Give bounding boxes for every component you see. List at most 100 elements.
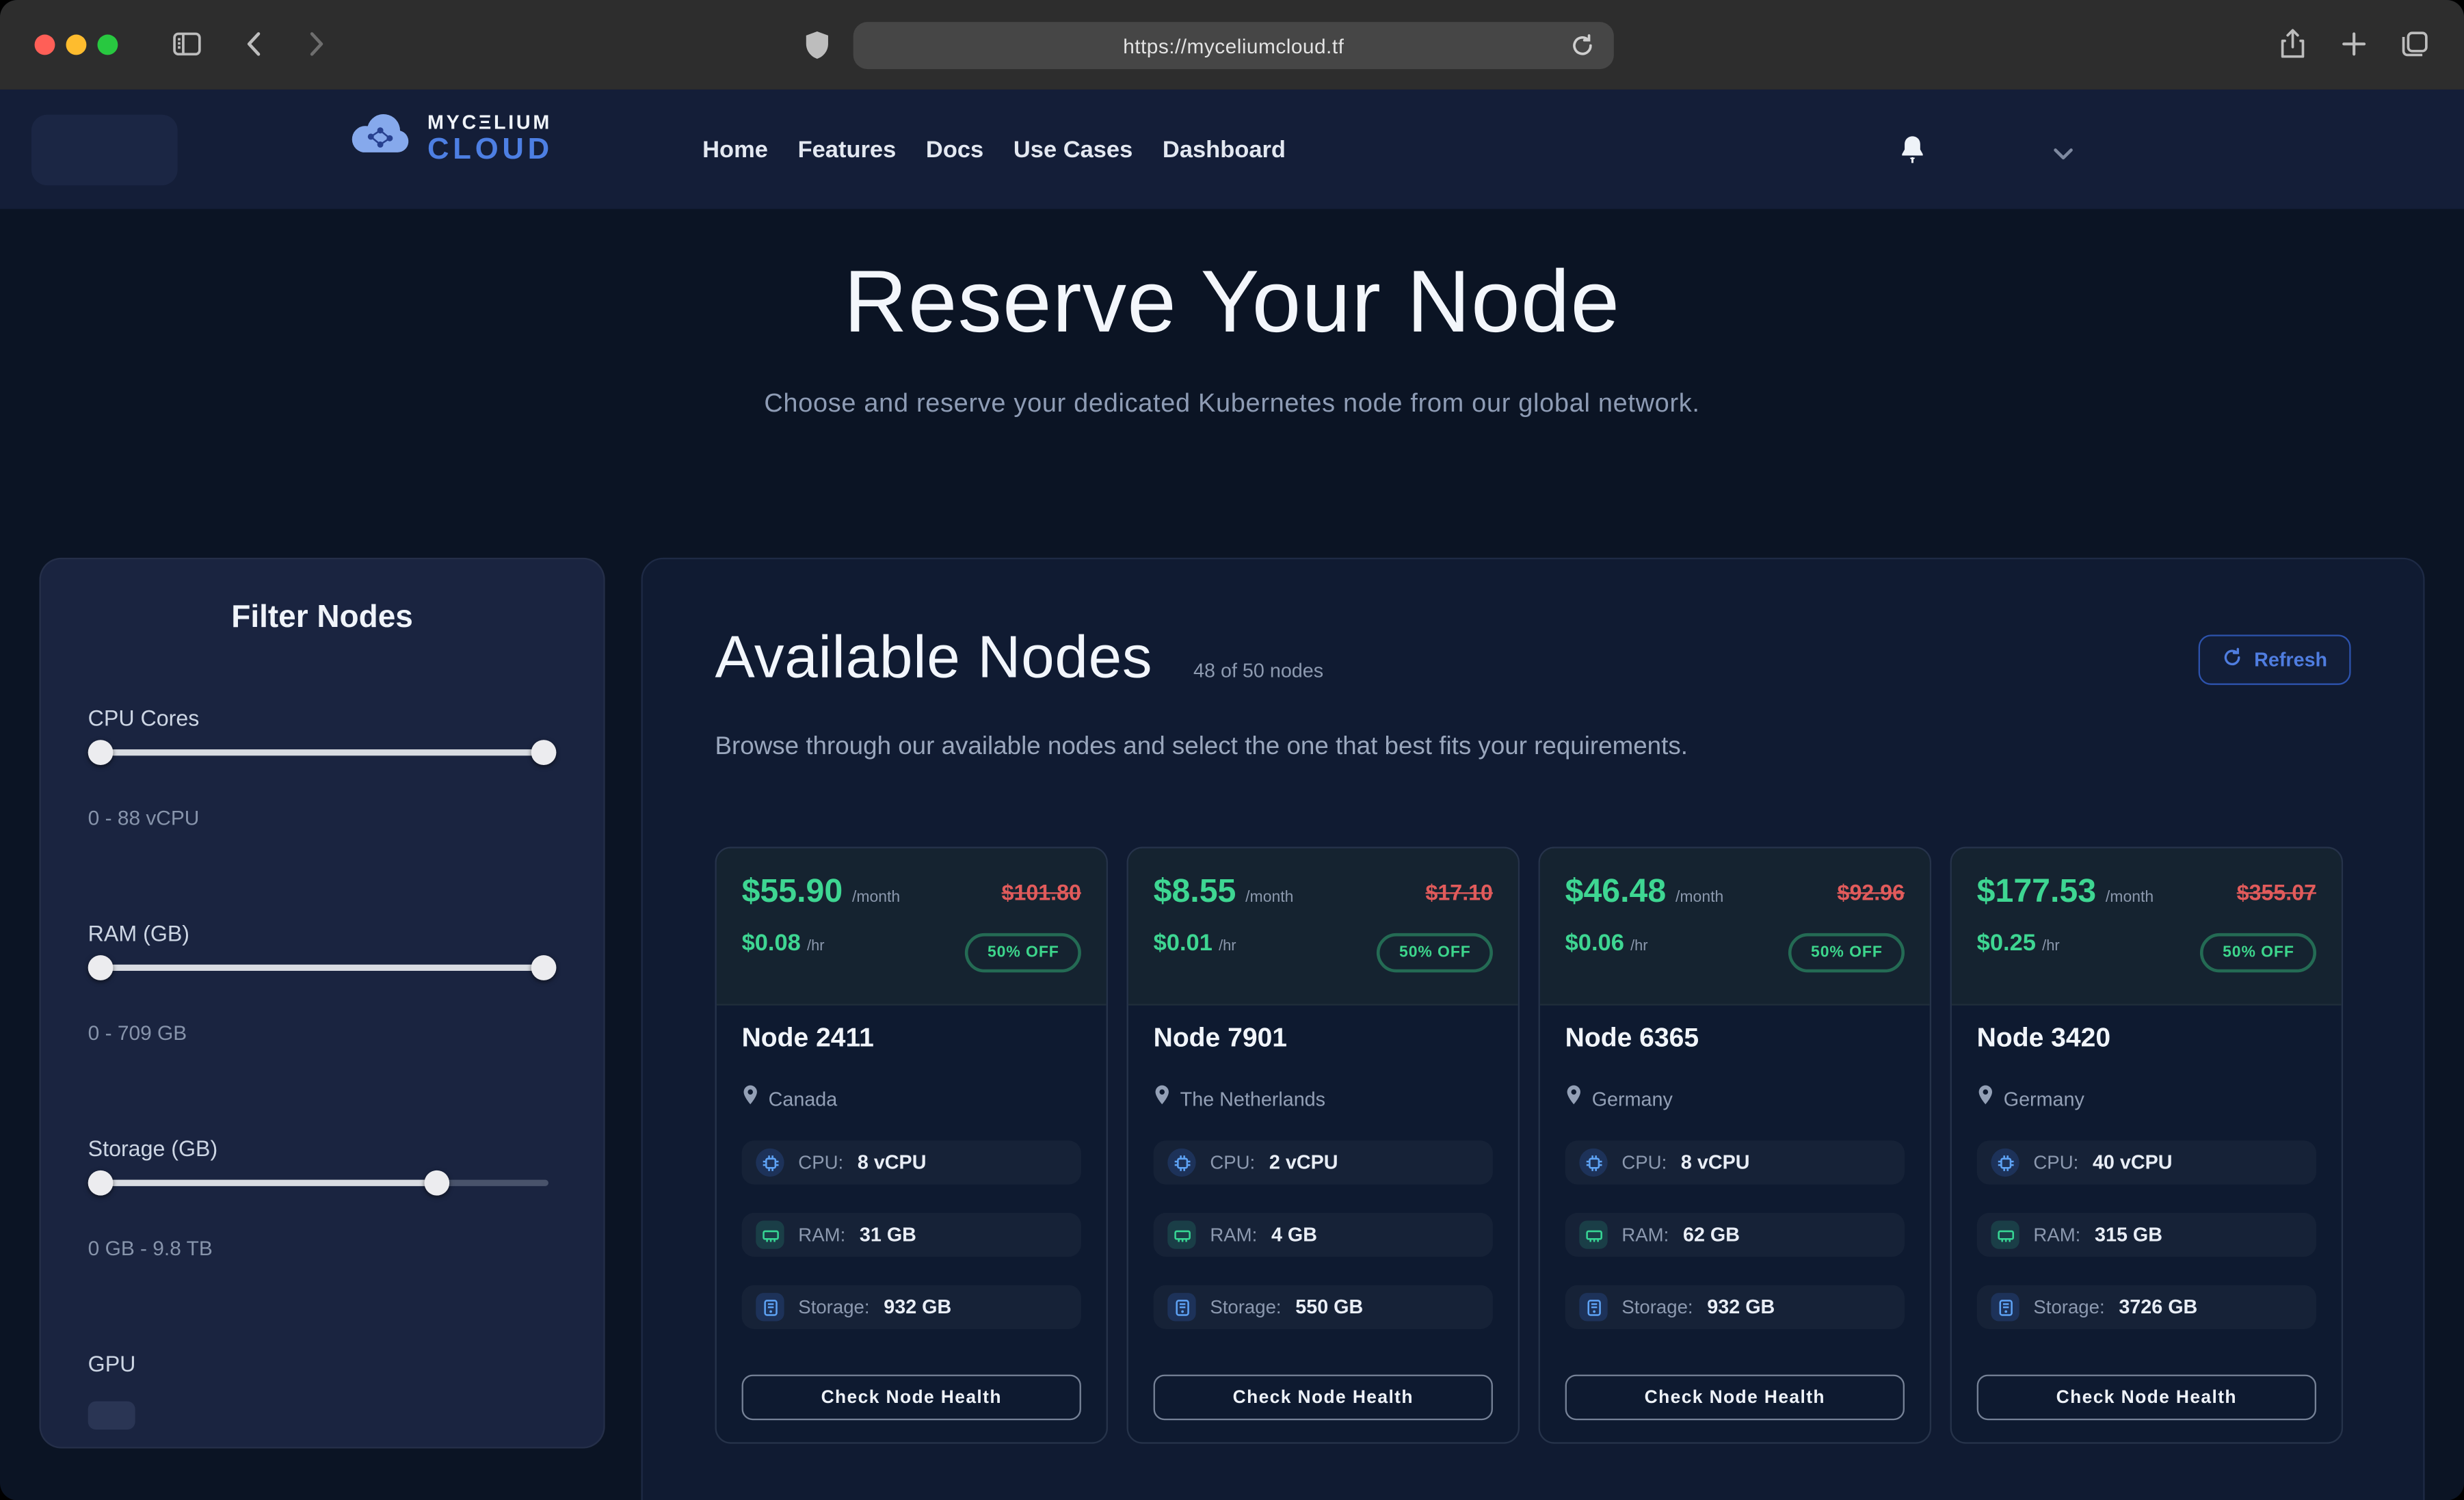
ram-spec-row: RAM: 315 GB (1977, 1213, 2316, 1257)
ram-spec-row: RAM: 62 GB (1565, 1213, 1905, 1257)
storage-drive-icon (1167, 1293, 1195, 1321)
ram-value: 4 GB (1271, 1224, 1317, 1246)
ram-spec-row: RAM: 4 GB (1154, 1213, 1493, 1257)
monthly-price: $177.53 (1977, 874, 2096, 911)
site-navbar: MYCΞLIUM CLOUD Home Features Docs Use Ca… (0, 90, 2464, 209)
discount-badge: 50% OFF (1377, 933, 1493, 972)
check-node-health-button[interactable]: Check Node Health (742, 1375, 1081, 1421)
storage-spec-row: Storage: 550 GB (1154, 1285, 1493, 1329)
cpu-min-handle[interactable] (88, 740, 114, 765)
maximize-window-button[interactable] (97, 35, 118, 55)
check-node-health-button[interactable]: Check Node Health (1565, 1375, 1905, 1421)
storage-drive-icon (1579, 1293, 1607, 1321)
back-button[interactable] (239, 28, 270, 59)
hourly-price: $0.01 (1154, 930, 1213, 956)
ram-min-handle[interactable] (88, 955, 114, 980)
hourly-unit: /hr (807, 938, 824, 955)
slider-fill (96, 749, 548, 755)
ram-label: RAM: (2033, 1224, 2080, 1246)
nodes-panel-title: Available Nodes (715, 626, 1153, 693)
storage-spec-row: Storage: 3726 GB (1977, 1285, 2316, 1329)
monthly-unit: /month (1675, 889, 1723, 907)
sidebar-toggle-icon[interactable] (170, 27, 204, 62)
hourly-price: $0.25 (1977, 930, 2036, 956)
cpu-chip-icon (1167, 1149, 1195, 1177)
node-name: Node 3420 (1977, 1023, 2316, 1054)
card-price-header: $55.90 /month $101.80 $0.08 /hr 50% OFF (717, 848, 1107, 1006)
forward-button[interactable] (300, 28, 332, 59)
storage-label: Storage (GB) (88, 1136, 557, 1161)
ram-value: 315 GB (2095, 1224, 2162, 1246)
old-price: $101.80 (1002, 880, 1081, 905)
shield-icon (803, 30, 831, 62)
ram-max-handle[interactable] (531, 955, 557, 980)
nav-link-dashboard[interactable]: Dashboard (1163, 136, 1286, 163)
check-node-health-button[interactable]: Check Node Health (1154, 1375, 1493, 1421)
location-pin-icon (1977, 1084, 1994, 1114)
reload-icon[interactable] (1570, 33, 1595, 66)
new-tab-icon[interactable] (2338, 28, 2370, 59)
filter-panel: Filter Nodes CPU Cores 0 - 88 vCPU RAM (… (39, 558, 605, 1449)
brand-name-top: MYCΞLIUM (427, 113, 553, 133)
node-name: Node 2411 (742, 1023, 1081, 1054)
cpu-value: 8 vCPU (1681, 1151, 1750, 1173)
hourly-unit: /hr (1630, 938, 1647, 955)
cpu-label: CPU: (1621, 1151, 1667, 1173)
storage-label: Storage: (1621, 1296, 1693, 1318)
card-body: Node 6365 Germany CPU: 8 vCPU (1540, 1023, 1930, 1329)
check-node-health-button[interactable]: Check Node Health (1977, 1375, 2316, 1421)
brand-logo[interactable]: MYCΞLIUM CLOUD (347, 111, 553, 166)
nav-link-use-cases[interactable]: Use Cases (1014, 136, 1132, 163)
tabs-overview-icon[interactable] (2398, 27, 2433, 62)
storage-value: 932 GB (1707, 1296, 1775, 1318)
minimize-window-button[interactable] (66, 35, 87, 55)
brand-name-bottom: CLOUD (427, 135, 553, 165)
ram-value: 62 GB (1683, 1224, 1740, 1246)
storage-slider[interactable] (88, 1170, 557, 1196)
url-bar[interactable]: https://myceliumcloud.tf (853, 22, 1614, 69)
nav-left-placeholder (31, 115, 178, 185)
nav-link-home[interactable]: Home (702, 136, 768, 163)
cpu-label: CPU: (798, 1151, 843, 1173)
storage-spec-row: Storage: 932 GB (742, 1285, 1081, 1329)
nodes-count-text: 48 of 50 nodes (1193, 660, 1323, 682)
filter-storage: Storage (GB) 0 GB - 9.8 TB (88, 1136, 557, 1260)
filter-panel-title: Filter Nodes (88, 600, 557, 637)
old-price: $355.07 (2237, 880, 2316, 905)
nav-link-docs[interactable]: Docs (926, 136, 983, 163)
card-price-header: $8.55 /month $17.10 $0.01 /hr 50% OFF (1128, 848, 1518, 1006)
nodes-panel-description: Browse through our available nodes and s… (715, 734, 2351, 762)
notification-bell-icon[interactable] (1895, 132, 1930, 176)
refresh-button[interactable]: Refresh (2199, 634, 2351, 685)
user-menu-chevron-down-icon[interactable] (2052, 142, 2074, 170)
monthly-price: $8.55 (1154, 874, 1236, 911)
cpu-label: CPU: (1210, 1151, 1255, 1173)
storage-max-handle[interactable] (424, 1170, 449, 1196)
ram-slider[interactable] (88, 955, 557, 980)
cpu-value: 2 vCPU (1269, 1151, 1338, 1173)
card-body: Node 7901 The Netherlands CPU: 2 vCPU (1128, 1023, 1518, 1329)
cpu-max-handle[interactable] (531, 740, 557, 765)
cpu-cores-slider[interactable] (88, 740, 557, 765)
hourly-price: $0.06 (1565, 930, 1624, 956)
share-icon[interactable] (2277, 27, 2309, 62)
page-scale-wrapper: https://myceliumcloud.tf (0, 0, 2464, 1500)
location-pin-icon (742, 1084, 759, 1114)
location-pin-icon (1565, 1084, 1582, 1114)
node-card: $46.48 /month $92.96 $0.06 /hr 50% OFF N… (1539, 847, 1931, 1444)
node-location: The Netherlands (1180, 1088, 1325, 1110)
ram-label: RAM: (1621, 1224, 1669, 1246)
storage-min-handle[interactable] (88, 1170, 114, 1196)
cpu-chip-icon (1579, 1149, 1607, 1177)
old-price: $92.96 (1838, 880, 1905, 905)
nav-link-features[interactable]: Features (798, 136, 897, 163)
gpu-checkbox[interactable] (88, 1402, 135, 1430)
discount-badge: 50% OFF (966, 933, 1081, 972)
refresh-label: Refresh (2254, 649, 2327, 671)
close-window-button[interactable] (35, 35, 55, 55)
slider-fill (96, 965, 548, 971)
ram-label: RAM: (1210, 1224, 1257, 1246)
storage-range-text: 0 GB - 9.8 TB (88, 1236, 557, 1259)
available-nodes-panel: Available Nodes 48 of 50 nodes Refresh B… (641, 558, 2425, 1500)
node-name: Node 6365 (1565, 1023, 1905, 1054)
